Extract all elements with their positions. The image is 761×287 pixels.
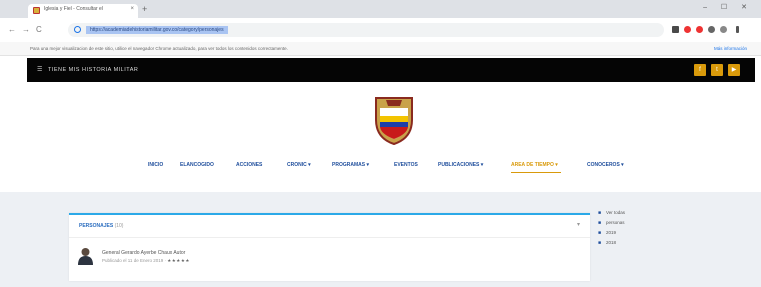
sidebar-item-label: personas	[606, 220, 625, 225]
site-brand[interactable]: ☰ TIENE MIS HISTORIA MILITAR	[37, 66, 138, 73]
window-controls[interactable]: – ☐ ✕	[703, 3, 753, 11]
site-brand-text: TIENE MIS HISTORIA MILITAR	[47, 67, 139, 73]
post-meta: Publicado el 11 de Enero 2019 · ★★★★★	[102, 258, 190, 264]
extension-icon[interactable]	[672, 26, 679, 33]
reload-icon[interactable]: C	[36, 25, 42, 35]
extension-record-icon[interactable]	[696, 26, 703, 33]
profile-icon[interactable]	[720, 26, 727, 33]
info-bar: Para una mejor visualizacion de este sit…	[0, 42, 761, 56]
nav-item-elancogido[interactable]: ELANCOGIDO	[180, 162, 214, 168]
hamburger-icon[interactable]: ☰	[37, 66, 42, 73]
back-icon[interactable]: ←	[8, 25, 16, 35]
sidebar-item-personas[interactable]: ■ personas	[598, 220, 625, 226]
nav-active-underline	[511, 172, 561, 173]
nav-item-conoceros[interactable]: CONOCEROS ▾	[587, 162, 624, 168]
sidebar-item-2018[interactable]: ■ 2018	[598, 240, 616, 246]
url-text[interactable]: https://academiadehistoriamilitar.gov.co…	[86, 26, 228, 34]
nav-item-area-de-tiempo[interactable]: AREA DE TIEMPO ▾	[511, 162, 558, 168]
sidebar-item-label: Ver todas	[606, 210, 626, 215]
facebook-icon[interactable]: f	[694, 64, 706, 76]
post-date: Publicado el 11 de Enero 2019 ·	[102, 258, 166, 263]
info-icon[interactable]	[74, 26, 81, 33]
sidebar-item-label: 2019	[606, 230, 617, 235]
main-navigation: INICIO ELANCOGIDO ACCIONES CRONIC ▾ PROG…	[0, 159, 761, 171]
bullet-icon: ■	[598, 240, 602, 246]
address-bar[interactable]: https://academiadehistoriamilitar.gov.co…	[68, 23, 664, 37]
site-logo-crest[interactable]	[370, 94, 418, 146]
extension-red-icon[interactable]	[684, 26, 691, 33]
card-title-text: PERSONAJES	[79, 223, 114, 229]
twitter-icon[interactable]: t	[711, 64, 723, 76]
forward-icon[interactable]: →	[22, 25, 30, 35]
rating-stars: ★★★★★	[167, 258, 190, 263]
new-tab-button[interactable]: +	[142, 4, 147, 14]
post-author-link[interactable]: General Gerardo Ayerbe Chaux Autor	[102, 250, 185, 256]
card-count: (10)	[114, 223, 124, 229]
extension-puzzle-icon[interactable]	[708, 26, 715, 33]
chevron-down-icon[interactable]: ▾	[577, 221, 580, 228]
site-topbar: ☰ TIENE MIS HISTORIA MILITAR f t ▶	[27, 58, 755, 82]
browser-toolbar: ← → C https://academiadehistoriamilitar.…	[0, 18, 761, 43]
menu-dots-icon[interactable]	[736, 26, 739, 33]
nav-item-programas[interactable]: PROGRAMAS ▾	[332, 162, 369, 168]
browser-tabstrip: Iglesia y Fiel - Consultar el × + – ☐ ✕	[0, 0, 761, 18]
sidebar-item-2019[interactable]: ■ 2019	[598, 230, 616, 236]
nav-item-cronic[interactable]: CRONIC ▾	[287, 162, 311, 168]
sidebar-item-label: 2018	[606, 240, 617, 245]
nav-item-acciones[interactable]: ACCIONES	[236, 162, 262, 168]
tab-title: Iglesia y Fiel - Consultar el	[44, 6, 103, 12]
info-bar-link[interactable]: Más información	[714, 46, 747, 51]
nav-item-eventos[interactable]: EVENTOS	[394, 162, 418, 168]
nav-item-inicio[interactable]: INICIO	[148, 162, 163, 168]
tab-close-icon[interactable]: ×	[130, 6, 134, 12]
personajes-card: PERSONAJES (10) ▾ General Gerardo Ayerbe…	[69, 213, 590, 281]
info-bar-message: Para una mejor visualizacion de este sit…	[30, 46, 288, 51]
favicon-icon	[33, 7, 40, 14]
sidebar-item-ver-todas[interactable]: ■ Ver todas	[598, 210, 625, 216]
nav-item-publicaciones[interactable]: PUBLICACIONES ▾	[438, 162, 483, 168]
card-header[interactable]: PERSONAJES (10) ▾	[69, 215, 590, 238]
avatar[interactable]	[77, 247, 94, 265]
card-title: PERSONAJES (10)	[79, 223, 123, 229]
youtube-icon[interactable]: ▶	[728, 64, 740, 76]
bullet-icon: ■	[598, 230, 602, 236]
bullet-icon: ■	[598, 220, 602, 226]
browser-tab[interactable]: Iglesia y Fiel - Consultar el ×	[28, 4, 138, 18]
bullet-icon: ■	[598, 210, 602, 216]
